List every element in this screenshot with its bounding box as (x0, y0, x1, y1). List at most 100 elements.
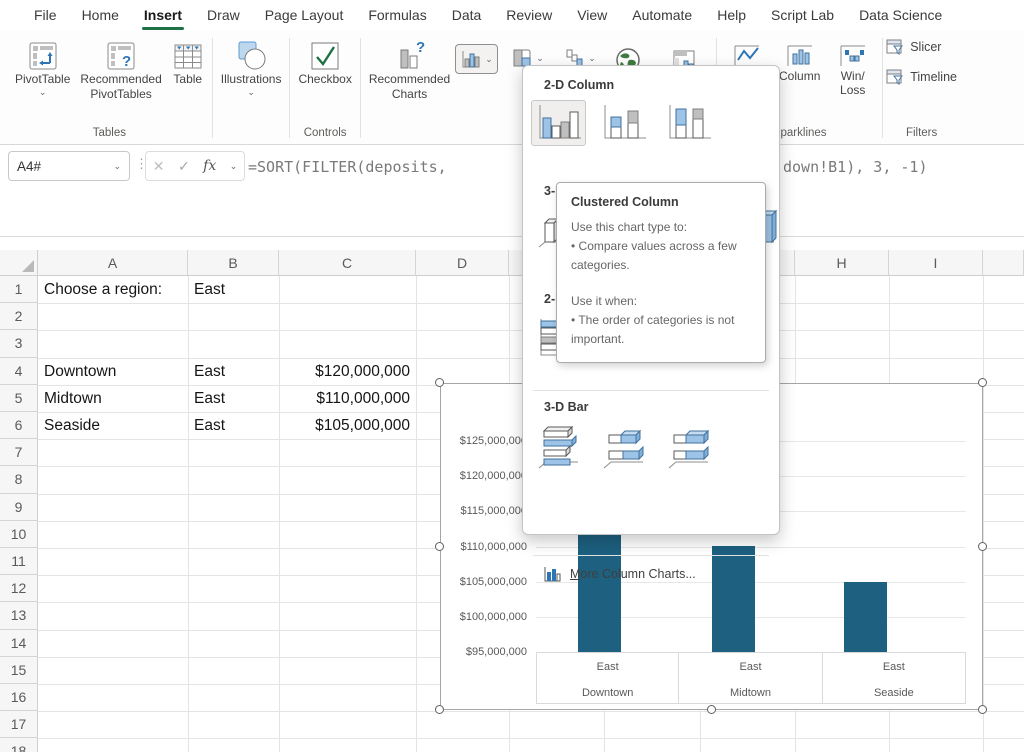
pivottable-icon (27, 40, 59, 72)
row-header-11[interactable]: 11 (0, 548, 38, 575)
chevron-down-icon: ⌄ (39, 88, 47, 96)
row-header-10[interactable]: 10 (0, 521, 38, 548)
timeline-button[interactable]: Timeline (886, 66, 957, 88)
row-header-8[interactable]: 8 (0, 466, 38, 493)
formula-bar: A4# ⌄ ⋮ ✕ ✓ fx ⌄ =SORT(FILTER(deposits, … (0, 145, 1024, 237)
insert-function-button[interactable]: fx (203, 158, 216, 174)
row-header-15[interactable]: 15 (0, 657, 38, 684)
column-header-H[interactable]: H (795, 250, 889, 276)
column-header-A[interactable]: A (38, 250, 188, 276)
chart-y-tick: $115,000,000 (441, 505, 527, 517)
formula-text-left[interactable]: =SORT(FILTER(deposits, (248, 158, 456, 176)
menu-item-script-lab[interactable]: Script Lab (771, 7, 834, 23)
row-header-1[interactable]: 1 (0, 276, 38, 303)
column-header-I[interactable]: I (889, 250, 983, 276)
insert-column-chart-button[interactable]: ⌄ (455, 44, 498, 74)
more-column-charts-item[interactable]: More Column Charts... (543, 565, 696, 583)
row-header-12[interactable]: 12 (0, 575, 38, 602)
cell-A4[interactable]: Downtown (44, 358, 184, 385)
sparkline-winloss-button[interactable]: Win/ Loss (826, 38, 879, 99)
menu-item-help[interactable]: Help (717, 7, 746, 23)
row-header-18[interactable]: 18 (0, 738, 38, 752)
menu-item-data[interactable]: Data (452, 7, 482, 23)
formula-text-right[interactable]: down!B1), 3, -1) (783, 158, 928, 176)
slicer-button[interactable]: Slicer (886, 36, 957, 58)
3d-stacked-100-bar-option[interactable] (661, 424, 716, 470)
row-header-6[interactable]: 6 (0, 412, 38, 439)
chart-y-tick: $125,000,000 (441, 435, 527, 447)
column-header-B[interactable]: B (188, 250, 279, 276)
chart-category-series-label: East (679, 661, 821, 673)
cell-B6[interactable]: East (194, 412, 274, 439)
menu-item-data-science[interactable]: Data Science (859, 7, 942, 23)
chart-selection-handle[interactable] (978, 378, 987, 387)
row-header-17[interactable]: 17 (0, 711, 38, 738)
chart-selection-handle[interactable] (707, 705, 716, 714)
cell-C6[interactable]: $105,000,000 (279, 412, 410, 439)
menu-separator (533, 390, 769, 391)
illustrations-button[interactable]: Illustrations ⌄ (216, 38, 287, 98)
column-header-C[interactable]: C (279, 250, 416, 276)
menu-item-file[interactable]: File (34, 7, 57, 23)
sparkline-column-button[interactable]: Column (773, 38, 826, 86)
select-all-corner[interactable] (0, 250, 38, 276)
gridline-vertical (416, 276, 417, 752)
column-header-D[interactable]: D (416, 250, 509, 276)
recommended-charts-button[interactable]: ? Recommended Charts (364, 38, 455, 103)
sparkline-winloss-icon (838, 40, 868, 70)
cell-C5[interactable]: $110,000,000 (279, 385, 410, 412)
cell-B4[interactable]: East (194, 358, 274, 385)
checkbox-button[interactable]: Checkbox (293, 38, 356, 89)
column-header-partial[interactable] (983, 250, 1024, 276)
row-header-7[interactable]: 7 (0, 439, 38, 466)
chart-selection-handle[interactable] (978, 542, 987, 551)
row-header-14[interactable]: 14 (0, 630, 38, 657)
recommended-charts-icon: ? (394, 40, 426, 72)
chart-selection-handle[interactable] (435, 705, 444, 714)
more-column-charts-label: More Column Charts... (570, 567, 696, 581)
cancel-button[interactable]: ✕ (153, 158, 165, 175)
timeline-label: Timeline (910, 70, 957, 84)
menu-item-home[interactable]: Home (82, 7, 119, 23)
stacked-100-column-option[interactable] (661, 100, 716, 146)
menu-item-formulas[interactable]: Formulas (368, 7, 426, 23)
row-header-2[interactable]: 2 (0, 303, 38, 330)
chart-selection-handle[interactable] (435, 378, 444, 387)
chart-selection-handle[interactable] (435, 542, 444, 551)
row-header-13[interactable]: 13 (0, 602, 38, 629)
stacked-column-option[interactable] (596, 100, 651, 146)
enter-button[interactable]: ✓ (178, 158, 190, 175)
3d-clustered-bar-option[interactable] (531, 424, 586, 470)
chart-bar-midtown[interactable] (712, 546, 755, 652)
pivottable-button[interactable]: PivotTable ⌄ (10, 38, 75, 98)
menu-item-view[interactable]: View (577, 7, 607, 23)
cell-A5[interactable]: Midtown (44, 385, 184, 412)
menu-item-automate[interactable]: Automate (632, 7, 692, 23)
clustered-column-option[interactable] (531, 100, 586, 146)
row-header-3[interactable]: 3 (0, 330, 38, 357)
recommended-pivottables-button[interactable]: ? Recommended PivotTables (75, 38, 166, 103)
cell-B5[interactable]: East (194, 385, 274, 412)
checkbox-label: Checkbox (298, 73, 351, 87)
chevron-down-icon: ⌄ (536, 54, 544, 62)
menu-item-draw[interactable]: Draw (207, 7, 240, 23)
row-header-16[interactable]: 16 (0, 684, 38, 711)
3d-stacked-bar-option[interactable] (596, 424, 651, 470)
table-icon (172, 40, 204, 72)
table-button[interactable]: Table (167, 38, 209, 89)
cell-A6[interactable]: Seaside (44, 412, 184, 439)
name-box[interactable]: A4# ⌄ (8, 151, 130, 181)
3d-clustered-bar-icon (533, 423, 585, 471)
menu-item-review[interactable]: Review (506, 7, 552, 23)
cell-B1[interactable]: East (194, 276, 274, 303)
cell-C4[interactable]: $120,000,000 (279, 358, 410, 385)
row-header-4[interactable]: 4 (0, 358, 38, 385)
chart-selection-handle[interactable] (978, 705, 987, 714)
chart-bar-seaside[interactable] (844, 582, 887, 652)
menu-item-insert[interactable]: Insert (144, 7, 182, 23)
chart-y-tick: $95,000,000 (441, 646, 527, 658)
menu-item-page-layout[interactable]: Page Layout (265, 7, 344, 23)
more-column-charts-icon (543, 565, 561, 583)
row-header-5[interactable]: 5 (0, 385, 38, 412)
row-header-9[interactable]: 9 (0, 494, 38, 521)
